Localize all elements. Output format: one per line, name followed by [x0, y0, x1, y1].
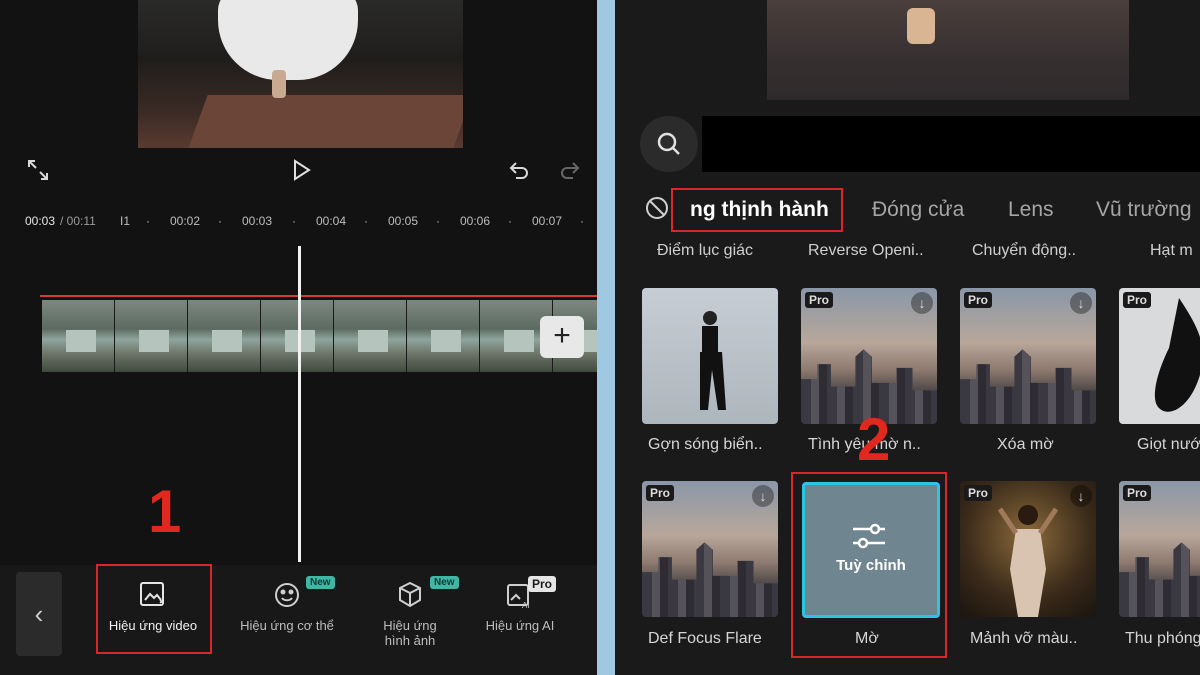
search-row — [640, 116, 1200, 172]
tab-vu-truong[interactable]: Vũ trường — [1096, 198, 1192, 222]
tool-label: Hiệu ứng AI — [485, 618, 555, 633]
cube-icon — [399, 581, 421, 608]
effect-label: Giọt nước — [1137, 436, 1200, 453]
effect-label: Def Focus Flare — [648, 630, 762, 647]
svg-text:AI: AI — [522, 601, 530, 610]
pro-badge: Pro — [805, 292, 834, 308]
effect-card[interactable]: Pro ↓ — [960, 481, 1096, 617]
tool-label: Hiệu ứng cơ thể — [240, 618, 334, 633]
category-label: Chuyển động.. — [972, 242, 1077, 259]
tab-lens[interactable]: Lens — [1008, 198, 1054, 222]
video-preview — [138, 0, 463, 148]
search-button[interactable] — [640, 116, 698, 172]
effect-card[interactable]: Pro ↓ — [642, 481, 778, 617]
tick-label: I1 — [120, 214, 131, 228]
step-number-1: 1 — [148, 478, 182, 545]
current-time: 00:03 — [25, 214, 56, 228]
tick-label: 00:06 — [460, 214, 491, 228]
add-clip-button[interactable]: + — [540, 316, 584, 358]
effect-card[interactable]: Pro — [1119, 481, 1200, 617]
no-effect-icon[interactable] — [645, 196, 669, 220]
face-icon — [275, 583, 299, 607]
highlight-box-1 — [96, 564, 212, 654]
tab-dong-cua[interactable]: Đóng cửa — [872, 198, 964, 222]
video-clip-track[interactable] — [42, 300, 597, 372]
effect-label: Thu phóng — [1125, 630, 1200, 647]
new-badge: New — [430, 576, 459, 589]
tool-label: Hiệu ứng hình ảnh — [383, 618, 437, 648]
play-icon[interactable] — [289, 158, 313, 187]
effect-card[interactable]: Pro ↓ — [960, 288, 1096, 424]
playhead[interactable] — [298, 246, 301, 562]
download-icon[interactable]: ↓ — [1070, 292, 1092, 314]
download-icon[interactable]: ↓ — [752, 485, 774, 507]
highlight-box-2 — [791, 472, 947, 658]
back-button[interactable]: ‹ — [16, 572, 62, 656]
effect-label: Mảnh vỡ màu.. — [970, 630, 1078, 647]
pro-badge: Pro — [646, 485, 675, 501]
fullscreen-icon[interactable] — [26, 158, 50, 187]
effect-label: Xóa mờ — [997, 436, 1054, 453]
category-label: Hạt m — [1150, 242, 1193, 259]
editor-panel: 00:03 / 00:11 I1 · 00:02 · 00:03 · 00:04… — [0, 0, 597, 675]
highlight-box-tab — [671, 188, 843, 232]
undo-icon[interactable] — [507, 158, 531, 187]
redo-icon[interactable] — [558, 158, 582, 187]
search-input[interactable] — [702, 116, 1200, 172]
effect-card[interactable]: Pro — [1119, 288, 1200, 424]
effect-card[interactable]: Pro ↓ — [801, 288, 937, 424]
tool-image-effects[interactable]: Hiệu ứng hình ảnh — [360, 580, 460, 648]
video-preview — [767, 0, 1129, 100]
tick-label: 00:04 — [316, 214, 347, 228]
step-number-2: 2 — [857, 406, 891, 473]
pro-badge: Pro — [528, 576, 557, 592]
download-icon[interactable]: ↓ — [911, 292, 933, 314]
search-icon — [657, 132, 680, 155]
download-icon[interactable]: ↓ — [1070, 485, 1092, 507]
selection-line — [40, 295, 597, 297]
pro-badge: Pro — [1123, 292, 1152, 308]
tick-label: 00:05 — [388, 214, 419, 228]
new-badge: New — [306, 576, 335, 589]
tick-label: 00:02 — [170, 214, 201, 228]
category-label: Reverse Openi.. — [808, 242, 924, 259]
effect-card[interactable] — [642, 288, 778, 424]
tick-label: 00:03 — [242, 214, 273, 228]
pro-badge: Pro — [964, 485, 993, 501]
effect-label: Gợn sóng biển.. — [648, 436, 763, 453]
effects-panel: ng thịnh hành Đóng cửa Lens Vũ trường Đi… — [615, 0, 1200, 675]
timeline-ruler[interactable]: 00:03 / 00:11 I1 · 00:02 · 00:03 · 00:04… — [0, 206, 597, 236]
tick-label: 00:07 — [532, 214, 563, 228]
pro-badge: Pro — [964, 292, 993, 308]
total-time: / 00:11 — [60, 214, 96, 228]
category-label: Điểm lục giác — [657, 242, 754, 259]
pro-badge: Pro — [1123, 485, 1152, 501]
